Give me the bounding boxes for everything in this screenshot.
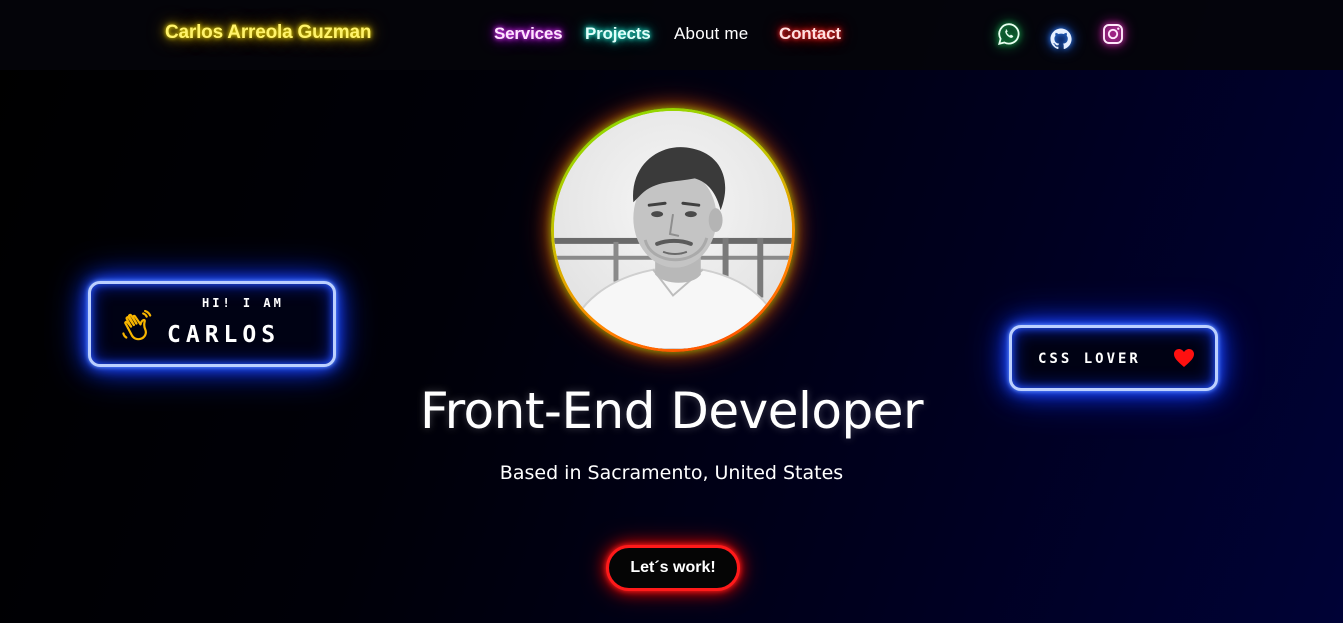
navbar: Carlos Arreola Guzman Services Projects … [0, 0, 1343, 70]
heart-icon [1173, 348, 1195, 368]
hero-title: Front-End Developer [419, 382, 924, 440]
css-lover-label: CSS lover [1038, 351, 1141, 367]
nav-link-about-me[interactable]: About me [674, 24, 748, 44]
avatar [551, 108, 795, 352]
brand-name[interactable]: Carlos Arreola Guzman [165, 22, 371, 44]
github-icon[interactable] [1049, 27, 1073, 51]
profile-photo [554, 111, 792, 349]
nav-link-contact[interactable]: Contact [779, 24, 841, 44]
lets-work-button[interactable]: Let´s work! [606, 545, 740, 591]
first-name-label: Carlos [167, 322, 281, 348]
instagram-icon[interactable] [1101, 22, 1125, 46]
hi-i-am-label: Hi! I am [202, 296, 284, 310]
hero-subtitle: Based in Sacramento, United States [499, 462, 844, 484]
nav-link-projects[interactable]: Projects [585, 24, 651, 44]
portfolio-page: Carlos Arreola Guzman Services Projects … [0, 0, 1343, 623]
nav-link-services[interactable]: Services [494, 24, 563, 44]
whatsapp-icon[interactable] [997, 22, 1021, 46]
hi-i-am-badge: Hi! I am Carlos [88, 281, 336, 367]
waving-hand-icon [119, 308, 155, 344]
